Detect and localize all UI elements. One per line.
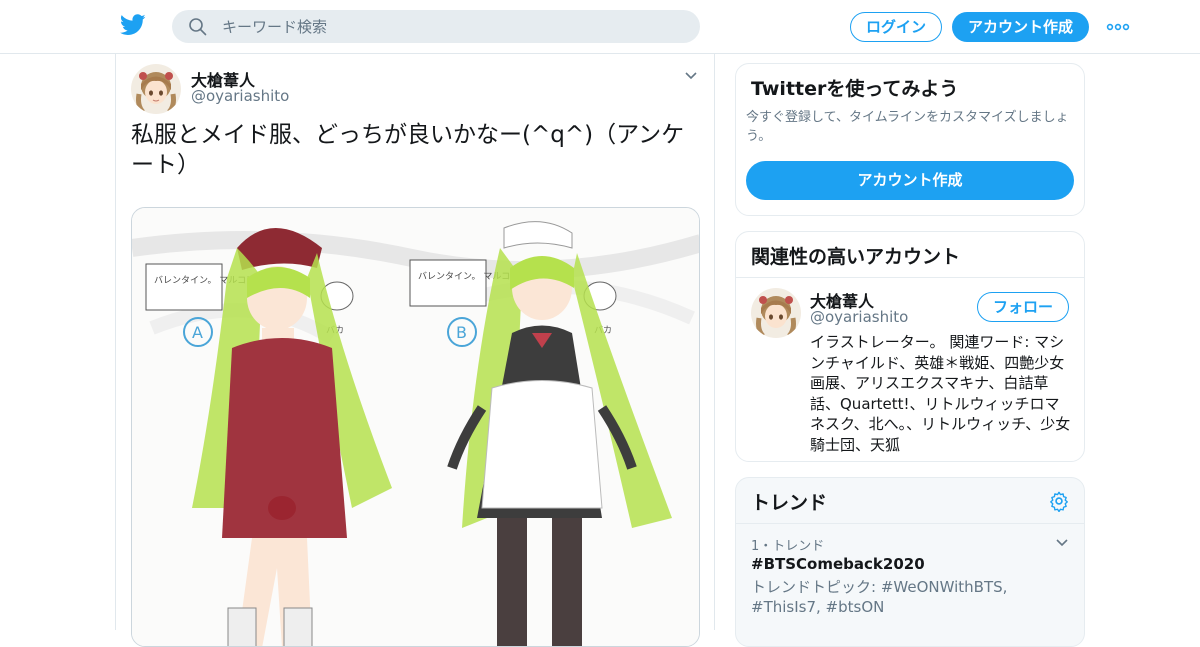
illustration: バレンタイン。 マルコブルーリ バレンタイン。 マルコブルーリ バカ バカ A …	[132, 208, 699, 646]
trend-meta: 1・トレンド	[751, 539, 825, 554]
top-bar: ログイン アカウント作成	[0, 0, 1200, 54]
signup-button[interactable]: アカウント作成	[952, 12, 1089, 42]
trend-topics[interactable]: トレンドトピック: #WeONWithBTS, #ThisIs7, #btsON	[751, 577, 1071, 617]
avatar-image	[751, 288, 801, 338]
avatar[interactable]	[751, 288, 801, 338]
tweet-text: 私服とメイド服、どっちが良いかなー(^q^)（アンケート）	[131, 122, 685, 178]
avatar[interactable]	[131, 64, 181, 114]
divider	[736, 523, 1084, 524]
signup-card-description: 今すぐ登録して、タイムラインをカスタマイズしましょう。	[746, 110, 1069, 144]
divider	[736, 277, 1084, 278]
chevron-down-icon[interactable]	[1054, 535, 1070, 551]
signup-card-title: Twitterを使ってみよう	[751, 78, 959, 100]
related-account-handle[interactable]: @oyariashito	[810, 308, 908, 326]
trends-card: トレンド 1・トレンド #BTSComeback2020 トレンドトピック: #…	[735, 477, 1085, 647]
tweet-panel: 大槍葦人 @oyariashito 私服とメイド服、どっちが良いかなー(^q^)…	[115, 54, 715, 647]
signup-card: Twitterを使ってみよう 今すぐ登録して、タイムラインをカスタマイズしましょ…	[735, 63, 1085, 216]
search-icon	[189, 18, 207, 36]
gear-icon[interactable]	[1048, 490, 1070, 512]
login-button[interactable]: ログイン	[850, 12, 942, 42]
twitter-bird-icon[interactable]	[120, 14, 146, 36]
search-bar[interactable]	[172, 10, 700, 43]
chevron-down-icon[interactable]	[683, 68, 699, 84]
search-input[interactable]	[222, 10, 682, 43]
follow-button[interactable]: フォロー	[977, 292, 1069, 322]
related-accounts-title: 関連性の高いアカウント	[751, 246, 961, 268]
signup-card-button[interactable]: アカウント作成	[746, 161, 1074, 200]
svg-text:B: B	[456, 323, 467, 342]
related-account-bio: イラストレーター。 関連ワード: マシンチャイルド、英雄＊戦姫、四艶少女画展、ア…	[810, 333, 1071, 454]
more-dots-icon[interactable]	[1106, 18, 1130, 36]
tweet-author-handle[interactable]: @oyariashito	[191, 87, 289, 105]
svg-text:A: A	[192, 323, 203, 342]
avatar-image	[131, 64, 181, 114]
trends-title: トレンド	[751, 492, 828, 514]
trend-name[interactable]: #BTSComeback2020	[751, 555, 925, 573]
related-accounts-card: 関連性の高いアカウント 大槍葦人 @oyariashito フォロー イラストレ…	[735, 231, 1085, 462]
tweet-media-image[interactable]: バレンタイン。 マルコブルーリ バレンタイン。 マルコブルーリ バカ バカ A …	[131, 207, 700, 647]
